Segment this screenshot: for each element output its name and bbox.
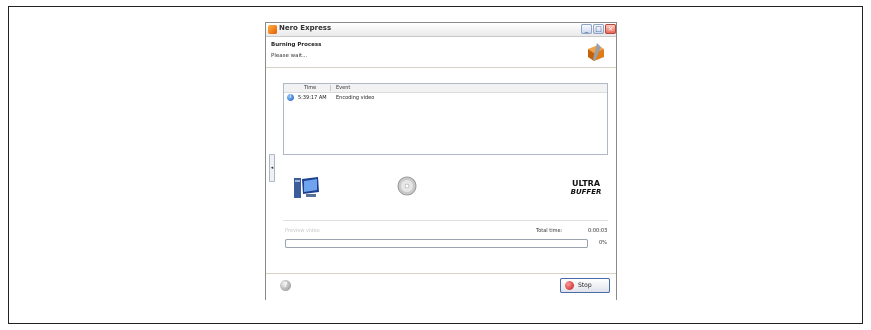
nero-express-window: Nero Express _ □ × Burning Process Pleas… — [265, 22, 617, 301]
progress-bar — [285, 239, 588, 248]
preview-video-label: Preview video — [285, 228, 320, 234]
log-row-event: Encoding video — [336, 95, 375, 101]
ultra-logo-line1: ULTRA — [571, 179, 601, 188]
stop-button[interactable]: Stop — [560, 278, 610, 293]
log-row[interactable]: i 5:39:17 AM Encoding video — [284, 94, 607, 102]
stop-icon — [565, 281, 574, 290]
total-time-value: 0:00:03 — [588, 228, 608, 234]
stop-button-label: Stop — [578, 282, 592, 289]
event-log-list[interactable]: Time Event i 5:39:17 AM Encoding video — [283, 83, 608, 155]
minimize-button[interactable]: _ — [581, 24, 592, 34]
expand-panel-tab[interactable]: ◂ — [269, 154, 275, 182]
ultra-logo-line2: BUFFER — [570, 188, 602, 196]
info-icon: i — [287, 94, 294, 101]
window-title: Nero Express — [279, 24, 332, 32]
content-area: ◂ Time Event i 5:39:17 AM Encoding video — [266, 68, 616, 301]
disc-icon — [397, 176, 417, 196]
title-bar[interactable]: Nero Express _ □ × — [266, 23, 616, 37]
close-button[interactable]: × — [605, 24, 616, 34]
footer-divider — [266, 273, 616, 274]
help-icon[interactable]: ? — [280, 280, 291, 291]
maximize-button[interactable]: □ — [593, 24, 604, 34]
section-divider — [283, 220, 608, 221]
column-header-event[interactable]: Event — [336, 84, 350, 92]
burner-icon — [588, 43, 604, 61]
progress-percent: 0% — [599, 240, 607, 246]
log-header: Time Event — [284, 84, 607, 93]
wizard-header: Burning Process Please wait... — [266, 37, 616, 68]
nero-app-icon — [268, 25, 277, 34]
ultrabuffer-logo: ULTRA BUFFER — [566, 180, 606, 198]
column-header-time[interactable]: Time — [304, 84, 316, 92]
log-row-time: 5:39:17 AM — [298, 95, 327, 101]
computer-icon — [294, 177, 319, 198]
column-separator[interactable] — [330, 85, 331, 91]
page-subtitle: Please wait... — [271, 53, 308, 59]
total-time-label: Total time: — [536, 228, 563, 234]
page-title: Burning Process — [271, 42, 322, 48]
